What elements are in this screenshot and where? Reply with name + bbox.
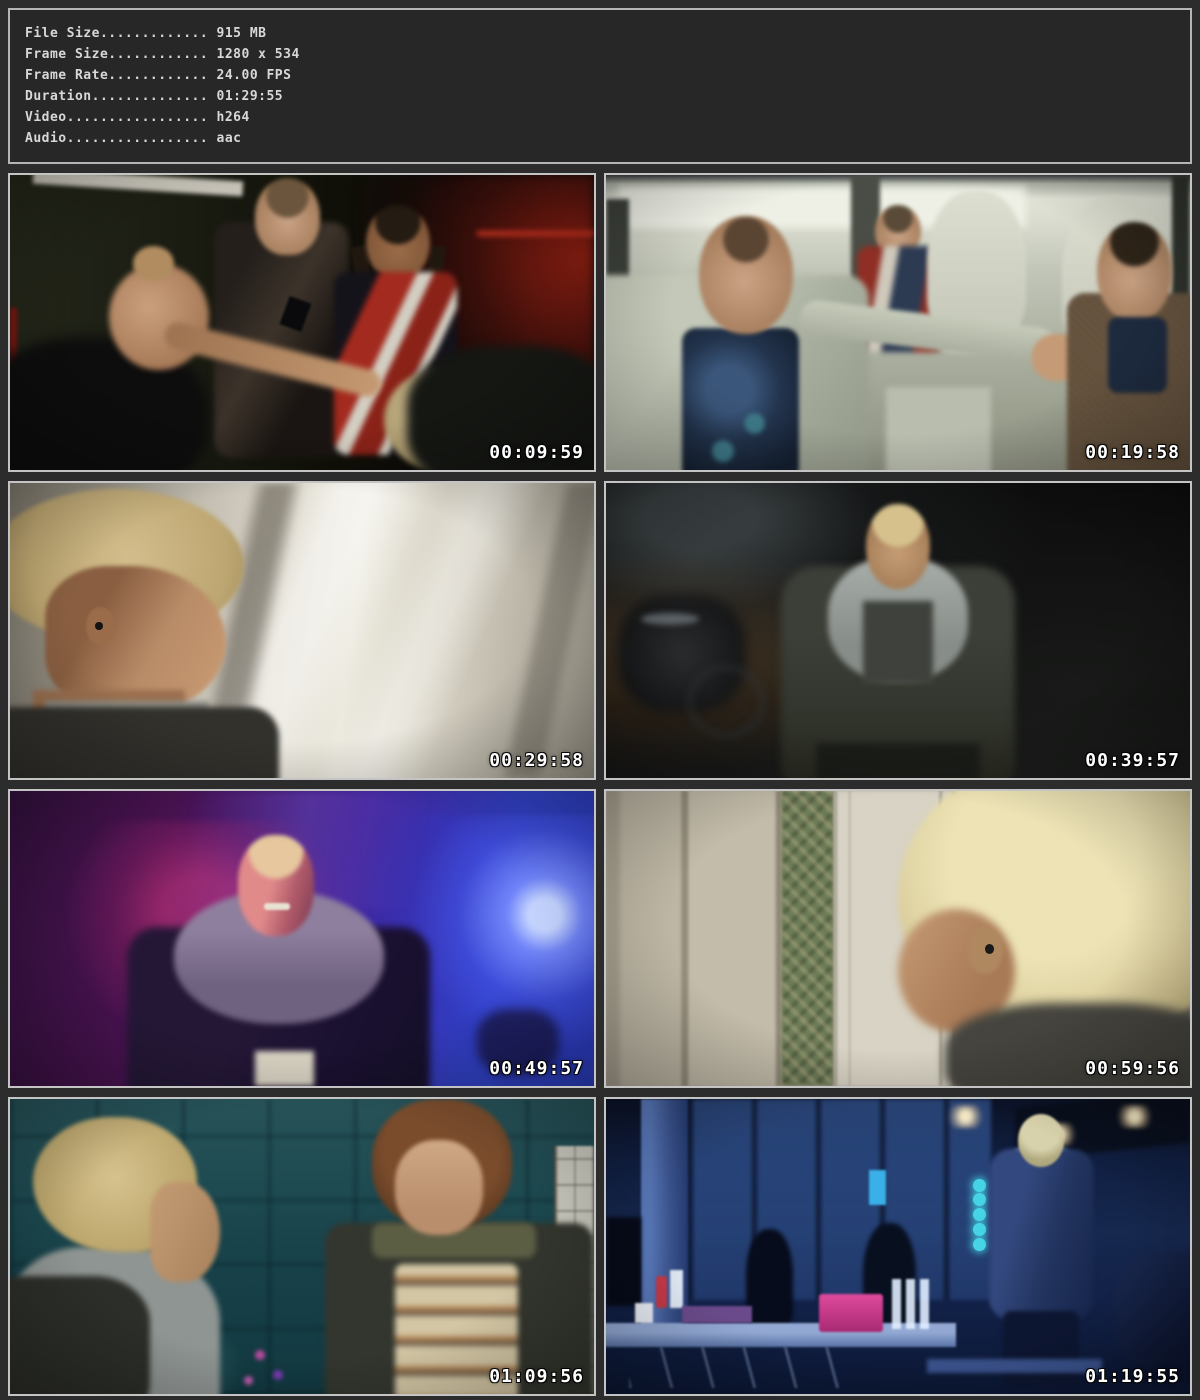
scene3-vignette [10,483,594,778]
timestamp-overlay: 00:59:56 [1085,1058,1180,1079]
timestamp-overlay: 01:19:55 [1085,1366,1180,1387]
scene4-vignette [606,483,1190,778]
info-line-duration: Duration.............. 01:29:55 [25,86,1175,107]
media-info-box: File Size............. 915 MB Frame Size… [8,8,1192,164]
timestamp-overlay: 00:39:57 [1085,750,1180,771]
thumbnail-1: 00:09:59 [8,173,596,472]
scene7-vignette [10,1099,594,1394]
timestamp-overlay: 00:29:58 [489,750,584,771]
thumbnail-2: 00:19:58 [604,173,1192,472]
info-line-file-size: File Size............. 915 MB [25,23,1175,44]
info-line-audio: Audio................. aac [25,128,1175,149]
thumbnail-5: 00:49:57 [8,789,596,1088]
scene8-vignette [606,1099,1190,1394]
scene1-vignette [10,175,594,470]
thumbnail-7: 01:09:56 [8,1097,596,1396]
thumbnail-8: 01:19:55 [604,1097,1192,1396]
info-line-frame-rate: Frame Rate............ 24.00 FPS [25,65,1175,86]
scene5-vignette [10,791,594,1086]
thumbnail-6: 00:59:56 [604,789,1192,1088]
info-line-video: Video................. h264 [25,107,1175,128]
screenshot-sheet: File Size............. 915 MB Frame Size… [0,0,1200,1400]
timestamp-overlay: 00:19:58 [1085,442,1180,463]
scene2-vignette [606,175,1190,470]
info-line-frame-size: Frame Size............ 1280 x 534 [25,44,1175,65]
timestamp-overlay: 00:49:57 [489,1058,584,1079]
thumbnail-4: 00:39:57 [604,481,1192,780]
scene6-vignette [606,791,1190,1086]
timestamp-overlay: 01:09:56 [489,1366,584,1387]
timestamp-overlay: 00:09:59 [489,442,584,463]
thumbnail-grid: 00:09:59 00:19:58 [8,173,1192,1396]
thumbnail-3: 00:29:58 [8,481,596,780]
